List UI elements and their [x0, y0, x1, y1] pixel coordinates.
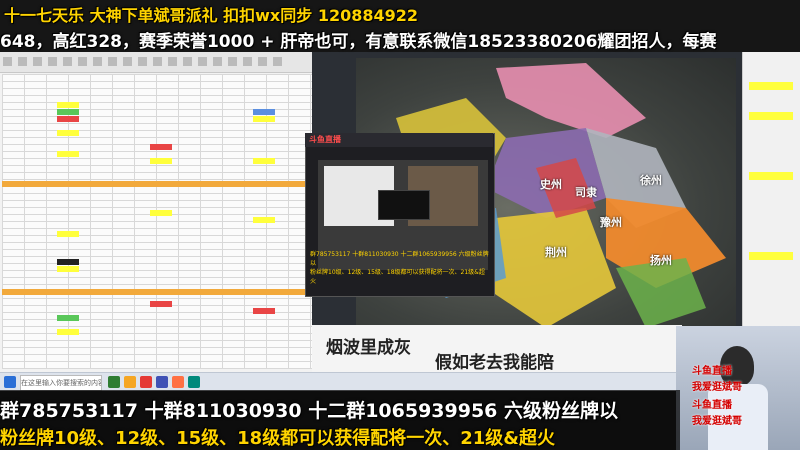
- map-label: 史州: [540, 178, 562, 191]
- ribbon-icon[interactable]: [3, 57, 12, 66]
- highlighted-cell[interactable]: [253, 217, 275, 223]
- streamer-camera: 斗鱼直播 我爱逛斌哥 斗鱼直播 我爱逛斌哥: [676, 326, 800, 450]
- ribbon-icon[interactable]: [168, 57, 177, 66]
- map-label: 司隶: [575, 186, 597, 199]
- ribbon-icon[interactable]: [198, 57, 207, 66]
- app-icon[interactable]: [140, 376, 152, 388]
- embedded-titlebar[interactable]: 斗鱼直播: [305, 133, 493, 147]
- highlighted-cell[interactable]: [57, 329, 79, 335]
- ribbon-icon[interactable]: [153, 57, 162, 66]
- banner-line-3: 群785753117 十群811030930 十二群1065939956 六级粉…: [0, 400, 619, 422]
- ribbon-icon[interactable]: [138, 57, 147, 66]
- map-label: 豫州: [600, 216, 622, 229]
- highlighted-cell[interactable]: [57, 231, 79, 237]
- highlighted-cell[interactable]: [253, 158, 275, 164]
- cam-label: 我爱逛斌哥: [692, 416, 742, 427]
- section-header-row: [2, 181, 308, 187]
- cam-label: 斗鱼直播: [692, 366, 732, 377]
- ribbon-icon[interactable]: [273, 57, 282, 66]
- taskbar: 在这里输入你要搜索的内容: [0, 372, 680, 391]
- spreadsheet-ribbon[interactable]: [0, 52, 312, 73]
- side-control-panel: [742, 52, 800, 362]
- ribbon-icon[interactable]: [33, 57, 42, 66]
- highlighted-cell[interactable]: [150, 144, 172, 150]
- app-icon[interactable]: [156, 376, 168, 388]
- highlighted-cell[interactable]: [57, 259, 79, 265]
- highlight-bar[interactable]: [749, 252, 793, 260]
- embedded-caption-line: 群785753117 十群811030930 十二群1065939956 六级粉…: [310, 251, 489, 267]
- ribbon-icon[interactable]: [48, 57, 57, 66]
- excel-icon[interactable]: [108, 376, 120, 388]
- banner-line-4: 粉丝牌10级、12级、15级、18级都可以获得配将一次、21级&超火: [0, 428, 555, 449]
- highlighted-cell[interactable]: [150, 301, 172, 307]
- ribbon-icon[interactable]: [123, 57, 132, 66]
- highlighted-cell[interactable]: [253, 308, 275, 314]
- ribbon-icon[interactable]: [213, 57, 222, 66]
- banner-line-1: 十一七天乐 大神下单斌哥派礼 扣扣wx同步 120884922: [4, 6, 419, 25]
- lyric-right: 假如老去我能陪: [435, 353, 554, 373]
- ribbon-icon[interactable]: [228, 57, 237, 66]
- ribbon-icon[interactable]: [93, 57, 102, 66]
- highlighted-cell[interactable]: [253, 116, 275, 122]
- cam-label: 我爱逛斌哥: [692, 382, 742, 393]
- ribbon-icon[interactable]: [108, 57, 117, 66]
- taskbar-search[interactable]: 在这里输入你要搜索的内容: [20, 375, 102, 391]
- highlight-bar[interactable]: [749, 172, 793, 180]
- start-icon[interactable]: [4, 376, 16, 388]
- highlighted-cell[interactable]: [150, 210, 172, 216]
- section-header-row: [2, 289, 308, 295]
- embedded-caption: 群785753117 十群811030930 十二群1065939956 六级粉…: [310, 249, 490, 285]
- ribbon-icon[interactable]: [183, 57, 192, 66]
- highlighted-cell[interactable]: [150, 158, 172, 164]
- map-label: 扬州: [650, 254, 672, 267]
- map-region[interactable]: [486, 208, 616, 328]
- highlighted-cell[interactable]: [57, 130, 79, 136]
- highlighted-cell[interactable]: [253, 109, 275, 115]
- highlighted-cell[interactable]: [57, 102, 79, 108]
- highlighted-cell[interactable]: [57, 116, 79, 122]
- embedded-title: 斗鱼直播: [309, 135, 341, 144]
- ribbon-icon[interactable]: [243, 57, 252, 66]
- app-icon[interactable]: [172, 376, 184, 388]
- ribbon-icon[interactable]: [18, 57, 27, 66]
- ribbon-icon[interactable]: [78, 57, 87, 66]
- highlight-bar[interactable]: [749, 82, 793, 90]
- map-region[interactable]: [496, 63, 646, 138]
- app-icon[interactable]: [188, 376, 200, 388]
- map-label: 徐州: [640, 174, 662, 187]
- lyric-left: 烟波里成灰: [326, 338, 411, 358]
- highlighted-cell[interactable]: [57, 151, 79, 157]
- banner-line-2: 648，高红328，赛季荣誉1000 + 肝帝也可，有意联系微信18523380…: [0, 32, 717, 52]
- highlight-bar[interactable]: [749, 112, 793, 120]
- highlighted-cell[interactable]: [57, 109, 79, 115]
- highlighted-cell[interactable]: [57, 266, 79, 272]
- ribbon-icon[interactable]: [63, 57, 72, 66]
- preview-nested: [378, 190, 430, 220]
- map-label: 荆州: [545, 246, 567, 259]
- folder-icon[interactable]: [124, 376, 136, 388]
- ribbon-icon[interactable]: [258, 57, 267, 66]
- cam-label: 斗鱼直播: [692, 400, 732, 411]
- embedded-caption-line: 粉丝牌10级、12级、15级、18级都可以获得配将一次、21级&超火: [310, 269, 485, 285]
- highlighted-cell[interactable]: [57, 315, 79, 321]
